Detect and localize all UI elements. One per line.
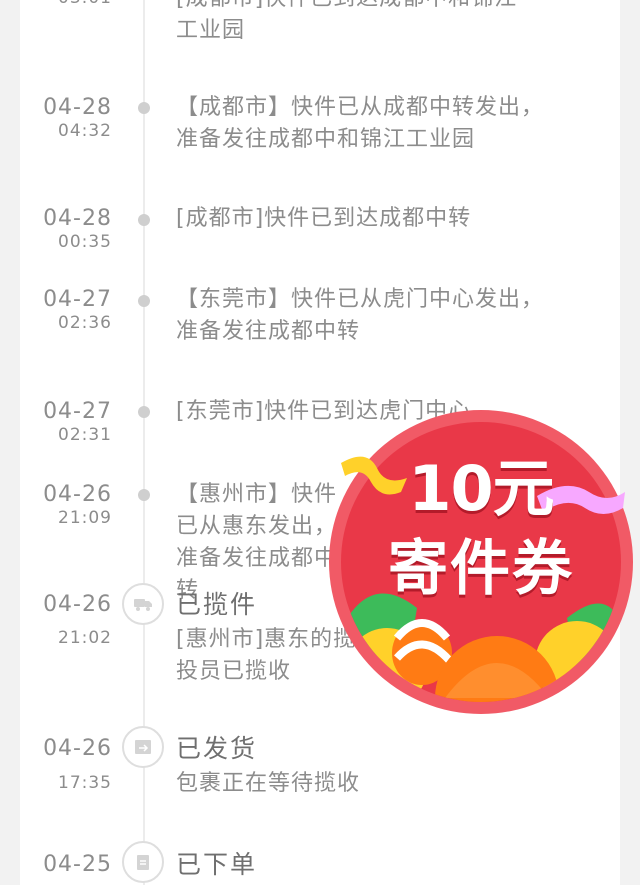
timeline-dot [138,489,150,501]
milestone-title: 已下单 [176,850,258,879]
event-time: 03:01 [40,0,112,8]
milestone-time: 21:02 [58,628,112,648]
milestone-description: 包裹正在等待揽收 [176,771,361,796]
timeline-dot [138,102,150,114]
milestone-time: 17:35 [58,773,112,793]
event-time: 21:09 [58,508,112,528]
milestone-title: 已发货 [176,734,258,763]
timeline-dot [138,295,150,307]
milestone-date: 04-26 [43,736,112,761]
event-date: 04-26 [43,482,112,507]
event-description: 【东莞市】快件已从虎门中心发出，准备发往成都中转 [176,287,545,344]
document-icon [122,841,164,883]
event-description: [成都市]快件已到达成都中转 [176,206,472,231]
event-time: 00:35 [58,232,112,252]
event-date: 04-27 [43,399,112,424]
package-icon [122,726,164,768]
event-date: 04-28 [43,95,112,120]
event-time: 04:32 [58,121,112,141]
event-time: 02:36 [58,313,112,333]
event-date: 04-27 [43,287,112,312]
milestone-title: 已揽件 [176,590,258,619]
truck-icon [122,583,164,625]
event-date: 04-28 [43,206,112,231]
timeline-dot [138,406,150,418]
event-description: [成都市]快件已到达成都中和锦江工业园 [176,0,516,43]
event-description: 【成都市】快件已从成都中转发出，准备发往成都中和锦江工业园 [176,95,545,152]
event-time: 02:31 [58,425,112,445]
timeline-dot [138,214,150,226]
coupon-label: 寄件券 [388,534,574,604]
milestone-date: 04-25 [43,852,112,877]
milestone-date: 04-26 [43,592,112,617]
coupon-badge[interactable]: 10元 寄件券 [327,408,635,716]
coupon-amount: 10元 [408,452,554,525]
